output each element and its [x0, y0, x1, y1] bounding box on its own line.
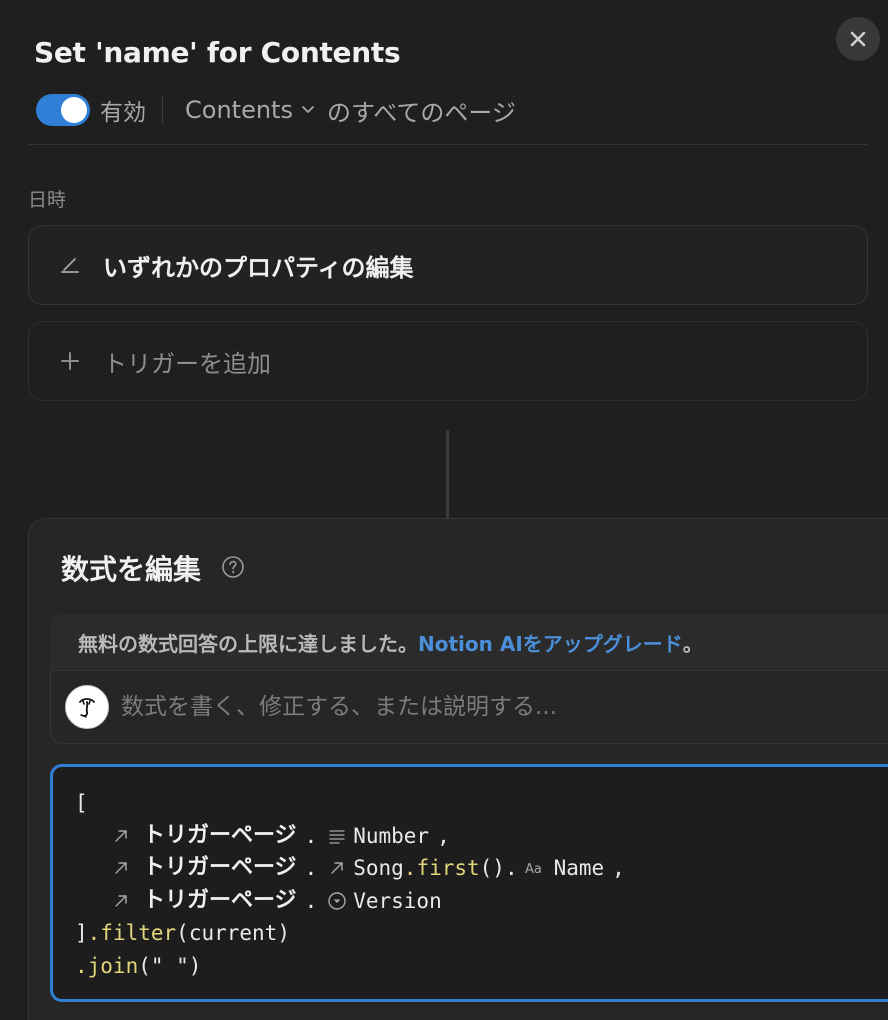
add-trigger-button[interactable]: トリガーを追加 [28, 321, 868, 401]
help-circle-icon[interactable] [221, 555, 245, 579]
add-trigger-label: トリガーを追加 [103, 349, 271, 378]
enabled-label: 有効 [100, 100, 146, 126]
join-args: (" ") [138, 953, 202, 978]
first-function-token: .first [403, 856, 480, 880]
relation-arrow-icon [109, 889, 133, 913]
join-function-token: .join [75, 953, 139, 978]
status-separator [162, 96, 163, 124]
filter-function-token: .filter [87, 921, 177, 945]
name-property-token: Name [553, 856, 605, 880]
upgrade-ai-link[interactable]: Notion AIをアップグレード [418, 628, 683, 657]
trigger-page-token: トリガーページ [143, 855, 297, 880]
number-property-token: Number [353, 823, 430, 848]
scope-database-label: Contents [185, 96, 293, 124]
relation-arrow-icon [109, 856, 133, 880]
chevron-down-icon [301, 105, 315, 115]
notice-text: 無料の数式回答の上限に達しました。 [78, 631, 418, 656]
song-property-token: Song [353, 856, 404, 880]
code-comma: , [612, 856, 625, 880]
notice-end: 。 [682, 631, 703, 656]
scope-database-dropdown[interactable]: Contents [185, 96, 327, 124]
panel-title: Set 'name' for Contents [34, 36, 401, 69]
version-property-token: Version [353, 888, 442, 913]
plus-icon [57, 350, 83, 372]
code-line: トリガーページ . Version [75, 885, 888, 918]
header-divider [28, 144, 868, 145]
svg-text:Aa: Aa [525, 862, 542, 877]
notion-ai-avatar-icon [65, 685, 109, 729]
scope-pages-label: のすべてのページ [326, 98, 516, 127]
code-line: .join (" ") [75, 950, 888, 983]
code-line: ] .filter (current) [75, 917, 888, 950]
flow-connector [446, 430, 449, 520]
formula-title: 数式を編集 [61, 553, 202, 586]
enabled-toggle[interactable] [36, 94, 90, 126]
trigger-text: いずれかのプロパティの編集 [103, 253, 414, 282]
edit-icon [57, 253, 83, 277]
code-parens: (). [479, 856, 518, 880]
trigger-page-token: トリガーページ [143, 822, 297, 848]
formula-code-editor[interactable]: [ トリガーページ . Number , トリガーページ . Song .fir… [50, 764, 888, 1002]
select-circle-icon [325, 889, 349, 913]
code-open-bracket: [ [75, 791, 88, 815]
filter-args: (current) [176, 921, 290, 945]
code-dot: . [304, 856, 318, 880]
toggle-knob [61, 97, 87, 123]
relation-arrow-icon [109, 824, 133, 848]
code-dot: . [304, 888, 318, 913]
automation-panel: Set 'name' for Contents 有効 Contents のすべて… [0, 0, 888, 1020]
code-line: [ [75, 787, 888, 820]
trigger-card[interactable]: いずれかのプロパティの編集 [28, 225, 868, 305]
ai-prompt-row [50, 670, 888, 744]
code-dot: . [304, 823, 318, 848]
trigger-section-label: 日時 [28, 189, 67, 211]
close-icon [850, 31, 866, 47]
relation-arrow-icon [325, 856, 349, 880]
text-lines-icon [325, 824, 349, 848]
ai-formula-prompt-input[interactable] [121, 687, 821, 727]
code-close-bracket: ] [75, 921, 88, 945]
ai-limit-notice: 無料の数式回答の上限に達しました。 Notion AIをアップグレード 。 [50, 614, 888, 670]
trigger-page-token: トリガーページ [143, 887, 297, 913]
status-row: 有効 Contents のすべてのページ [36, 90, 516, 130]
code-line: トリガーページ . Song .first (). Aa Name , [75, 852, 888, 885]
title-property-icon: Aa [522, 856, 550, 880]
code-line: トリガーページ . Number , [75, 820, 888, 853]
close-button[interactable] [836, 17, 880, 61]
code-comma: , [437, 823, 450, 848]
